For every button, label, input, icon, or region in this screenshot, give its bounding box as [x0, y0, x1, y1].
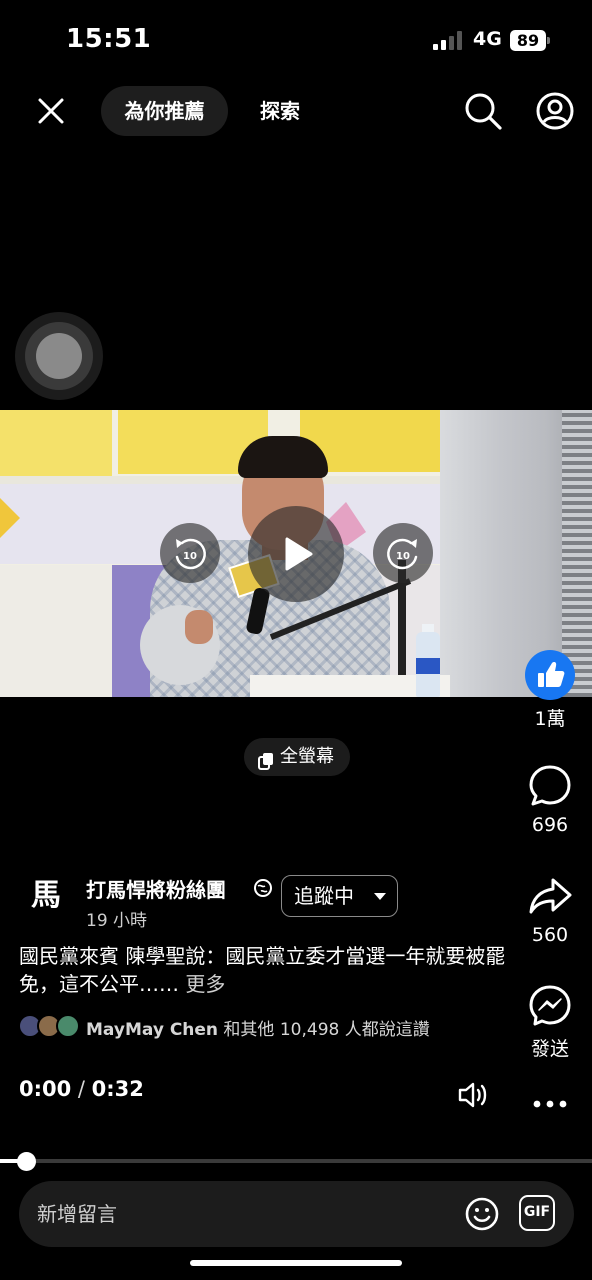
signal-icon — [433, 30, 463, 50]
send-button[interactable]: 發送 — [520, 982, 580, 1061]
chevron-down-icon — [374, 893, 386, 900]
share-arrow-icon — [526, 872, 574, 920]
comment-icon — [526, 762, 574, 810]
post-caption: 國民黨來賓 陳學聖說：國民黨立委才當選一年就要被罷免，這不公平…… 更多 — [19, 942, 509, 998]
status-time: 15:51 — [66, 24, 152, 54]
rewind-seconds: 10 — [183, 551, 197, 562]
progress-track[interactable] — [0, 1159, 592, 1163]
forward-seconds: 10 — [396, 551, 410, 562]
home-indicator — [190, 1260, 402, 1266]
following-button[interactable]: 追蹤中 — [281, 875, 398, 917]
rewind-10-button[interactable]: 10 — [160, 523, 220, 583]
comment-bar[interactable]: 新增留言 GIF — [19, 1181, 574, 1247]
play-button[interactable] — [248, 506, 344, 602]
gif-button[interactable]: GIF — [519, 1195, 555, 1231]
battery-tip — [547, 37, 550, 44]
status-bar: 15:51 4G 89 — [0, 0, 592, 80]
speaker-hair — [238, 436, 328, 478]
send-label: 發送 — [530, 1038, 569, 1060]
time-separator: / — [71, 1077, 92, 1101]
forward-10-button[interactable]: 10 — [373, 523, 433, 583]
following-label: 追蹤中 — [294, 884, 354, 908]
like-button[interactable]: 1萬 — [520, 650, 580, 731]
close-icon[interactable] — [30, 90, 72, 132]
page-avatar[interactable]: 馬 — [22, 872, 70, 920]
caption-text: 國民黨來賓 陳學聖說：國民黨立委才當選一年就要被罷免，這不公平…… — [19, 944, 506, 996]
duration: 0:32 — [91, 1077, 144, 1101]
comment-count: 696 — [531, 814, 569, 836]
fullscreen-button[interactable]: 全螢幕 — [244, 738, 350, 776]
more-options-icon[interactable] — [530, 1094, 570, 1114]
emoji-icon[interactable] — [463, 1195, 501, 1233]
post-time: 19 小時 — [86, 911, 148, 931]
search-icon[interactable] — [462, 90, 504, 132]
likes-summary[interactable]: MayMay Chen 和其他 10,498 人都說這讚 — [86, 1015, 430, 1040]
battery-icon: 89 — [510, 30, 546, 51]
messenger-icon — [526, 982, 574, 1030]
fullscreen-label: 全螢幕 — [280, 746, 334, 767]
thumbs-up-icon — [525, 650, 575, 700]
video-backdrop — [0, 565, 112, 697]
profile-icon[interactable] — [534, 90, 576, 132]
globe-icon — [253, 878, 273, 898]
tab-explore[interactable]: 探索 — [248, 86, 312, 136]
progress-scrubber[interactable] — [17, 1152, 36, 1171]
fullscreen-icon — [256, 747, 276, 770]
comment-button[interactable]: 696 — [520, 762, 580, 836]
playback-time: 0:00 / 0:32 — [19, 1077, 144, 1101]
see-more-link[interactable]: 更多 — [185, 972, 225, 996]
volume-icon[interactable] — [456, 1078, 490, 1112]
tab-for-you[interactable]: 為你推薦 — [101, 86, 228, 136]
page-name[interactable]: 打馬悍將粉絲團 — [86, 874, 226, 903]
share-count: 560 — [531, 924, 569, 946]
video-backdrop — [0, 476, 445, 484]
comment-input[interactable]: 新增留言 — [37, 1181, 117, 1247]
likes-name: MayMay Chen — [86, 1020, 219, 1040]
water-bottle — [416, 632, 440, 697]
like-count: 1萬 — [534, 708, 566, 730]
speaker-hand — [185, 610, 213, 644]
network-type: 4G — [473, 28, 502, 50]
video-backdrop — [0, 410, 112, 478]
avatar — [56, 1014, 80, 1038]
current-time: 0:00 — [19, 1077, 72, 1101]
reactor-avatars[interactable] — [18, 1014, 80, 1038]
likes-rest: 和其他 10,498 人都說這讚 — [218, 1020, 430, 1040]
assistive-touch-button[interactable] — [15, 312, 103, 400]
share-button[interactable]: 560 — [520, 872, 580, 946]
